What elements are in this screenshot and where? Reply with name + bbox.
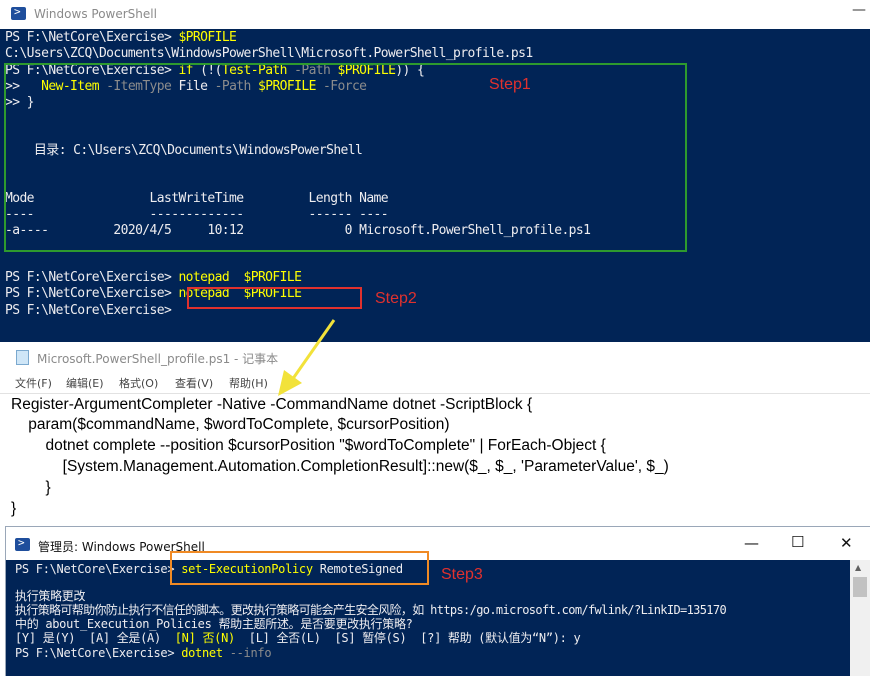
step2-label: Step2: [375, 290, 417, 307]
scroll-up-arrow-icon[interactable]: ▲: [855, 563, 861, 572]
notepad-icon: [16, 350, 29, 365]
maximize-button[interactable]: ☐: [791, 533, 804, 551]
notepad-line: param($commandName, $wordToComplete, $cu…: [11, 416, 450, 433]
console-line: 执行策略可帮助你防止执行不信任的脚本。更改执行策略可能会产生安全风险，如 htt…: [15, 603, 727, 617]
console-line: PS F:\NetCore\Exercise> $PROFILE: [5, 30, 237, 45]
console-scrollbar[interactable]: ▲: [850, 560, 870, 676]
arrow-annotation: [278, 319, 336, 396]
minimize-button[interactable]: —: [744, 534, 759, 552]
close-button[interactable]: ✕: [840, 534, 853, 552]
console-line: [Y] 是(Y) [A] 全是(A) [N] 否(N) [L] 全否(L) [S…: [15, 631, 581, 645]
notepad-line: [System.Management.Automation.Completion…: [11, 458, 669, 475]
arrow-head: [278, 370, 302, 396]
menu-edit[interactable]: 编辑(E): [66, 375, 104, 391]
powershell-icon: [11, 5, 26, 20]
scrollbar-thumb[interactable]: [853, 577, 867, 597]
console-line: PS F:\NetCore\Exercise>: [5, 303, 172, 318]
notepad-line: }: [11, 500, 17, 517]
step1-highlight-box: [4, 63, 687, 252]
notepad-line: }: [11, 479, 51, 496]
powershell-icon: [15, 536, 30, 551]
step1-label: Step1: [489, 76, 531, 93]
window-title: Windows PowerShell: [34, 7, 157, 21]
console-line: C:\Users\ZCQ\Documents\WindowsPowerShell…: [5, 46, 533, 61]
console-line: 执行策略更改: [15, 589, 86, 603]
minimize-button[interactable]: —: [852, 2, 866, 18]
powershell-window-titlebar: Windows PowerShell —: [0, 0, 870, 29]
admin-powershell-titlebar: 管理员: Windows PowerShell — ☐ ✕: [6, 527, 870, 560]
arrow-shaft: [290, 319, 336, 381]
notepad-titlebar: Microsoft.PowerShell_profile.ps1 - 记事本: [0, 342, 870, 372]
notepad-text-area[interactable]: Register-ArgumentCompleter -Native -Comm…: [0, 393, 870, 527]
notepad-title: Microsoft.PowerShell_profile.ps1 - 记事本: [37, 352, 279, 366]
menu-file[interactable]: 文件(F): [15, 375, 52, 391]
menu-view[interactable]: 查看(V): [175, 375, 213, 391]
step3-highlight-box: [170, 551, 429, 585]
step2-highlight-box: [187, 287, 362, 309]
notepad-line: Register-ArgumentCompleter -Native -Comm…: [11, 396, 533, 413]
notepad-menubar: 文件(F) 编辑(E) 格式(O) 查看(V) 帮助(H): [0, 372, 870, 393]
menu-help[interactable]: 帮助(H): [229, 375, 268, 391]
step3-label: Step3: [441, 566, 483, 583]
console-line: PS F:\NetCore\Exercise> dotnet --info: [15, 646, 272, 660]
console-line: PS F:\NetCore\Exercise> notepad $PROFILE: [5, 270, 302, 285]
notepad-line: dotnet complete --position $cursorPositi…: [11, 437, 606, 454]
menu-format[interactable]: 格式(O): [119, 375, 158, 391]
console-line: 中的 about_Execution_Policies 帮助主题所述。是否要更改…: [15, 617, 413, 631]
